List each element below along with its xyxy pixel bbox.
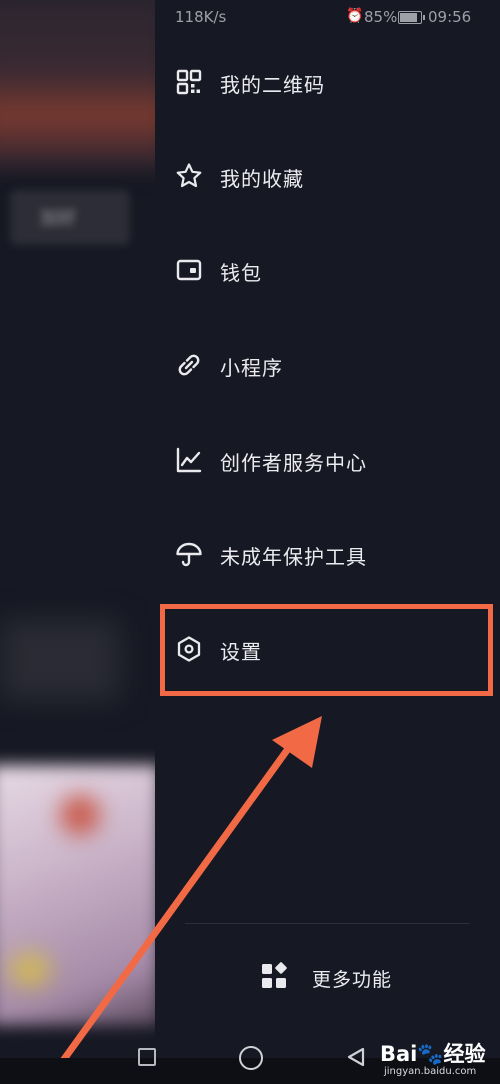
- thumbnail-detail-2: [10, 955, 50, 985]
- menu-item-label: 钱包: [220, 261, 262, 285]
- menu-item-label: 我的二维码: [220, 73, 325, 97]
- apps-grid-icon: [262, 962, 287, 988]
- drawer-divider: [185, 923, 470, 924]
- watermark-brand-suffix: 经验: [443, 1042, 486, 1066]
- status-bar: 118K/s ⏰ 85% 09:56: [0, 0, 500, 34]
- menu-item-label: 我的收藏: [220, 167, 304, 191]
- menu-item-minor-protection[interactable]: 未成年保护工具: [155, 524, 500, 584]
- clock: 09:56: [428, 8, 472, 26]
- background-thumbnail: [0, 765, 155, 1025]
- menu-item-label: 小程序: [220, 356, 283, 380]
- alarm-icon: ⏰: [346, 8, 364, 24]
- menu-item-label: 创作者服务中心: [220, 451, 367, 475]
- recent-apps-button[interactable]: [138, 1048, 156, 1066]
- thumbnail-detail: [60, 795, 100, 835]
- settings-highlight-box: [160, 604, 493, 696]
- battery-icon: [398, 11, 425, 24]
- menu-item-wallet[interactable]: 钱包: [155, 240, 500, 300]
- umbrella-icon: [176, 542, 202, 567]
- star-icon: [176, 163, 202, 188]
- menu-item-mini-programs[interactable]: 小程序: [155, 335, 500, 395]
- baidu-watermark: Bai🐾经验 jingyan.baidu.com: [380, 1038, 498, 1082]
- home-button[interactable]: [239, 1046, 263, 1070]
- background-add-friend-button[interactable]: 加好: [10, 190, 130, 245]
- menu-item-qr-code[interactable]: 我的二维码: [155, 52, 500, 112]
- background-blurred-block: [0, 620, 120, 700]
- wallet-icon: [176, 259, 202, 281]
- background-feed: 加好: [0, 0, 155, 1084]
- battery-percent: 85%: [364, 8, 398, 26]
- menu-item-favorites[interactable]: 我的收藏: [155, 146, 500, 206]
- watermark-url: jingyan.baidu.com: [384, 1066, 477, 1077]
- menu-item-creator-center[interactable]: 创作者服务中心: [155, 430, 500, 490]
- watermark-brand: Bai🐾经验: [380, 1038, 486, 1068]
- watermark-brand-prefix: Bai: [380, 1042, 418, 1066]
- side-drawer: 我的二维码 我的收藏 钱包 小程序 创作者服务中心 未成年保护工具 设置 更多功…: [155, 0, 500, 1058]
- menu-item-label: 未成年保护工具: [220, 545, 367, 569]
- paw-icon: 🐾: [417, 1042, 444, 1066]
- more-functions-label: 更多功能: [312, 969, 393, 991]
- background-add-friend-label: 加好: [40, 208, 76, 229]
- link-icon: [178, 354, 200, 376]
- back-button[interactable]: [345, 1046, 367, 1068]
- chart-line-icon: [176, 447, 202, 473]
- qr-code-icon: [176, 69, 202, 95]
- network-speed: 118K/s: [175, 8, 227, 26]
- more-functions-button[interactable]: 更多功能: [260, 955, 440, 999]
